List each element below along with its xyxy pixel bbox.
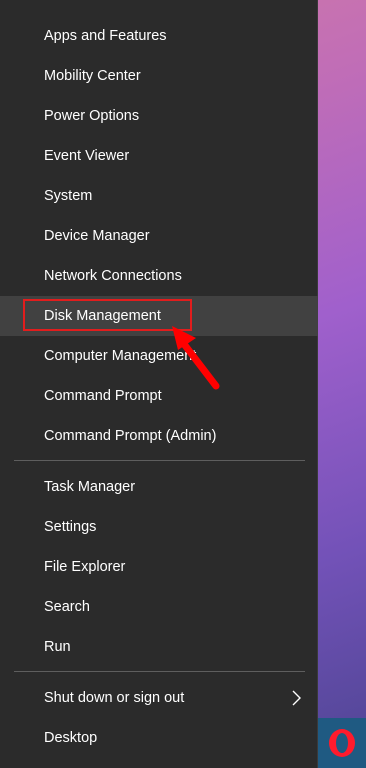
- menu-item-label: Power Options: [44, 108, 140, 124]
- taskbar: [318, 718, 366, 768]
- menu-item-shut-down-or-sign-out[interactable]: Shut down or sign out: [0, 678, 318, 718]
- menu-item-label: Run: [44, 639, 71, 655]
- menu-separator: [14, 671, 305, 672]
- menu-item-label: Desktop: [44, 730, 98, 746]
- menu-item-search[interactable]: Search: [0, 587, 318, 627]
- menu-item-label: Task Manager: [44, 479, 136, 495]
- menu-item-label: Mobility Center: [44, 68, 141, 84]
- menu-item-apps-and-features[interactable]: Apps and Features: [0, 16, 318, 56]
- menu-item-system[interactable]: System: [0, 176, 318, 216]
- menu-item-label: Command Prompt (Admin): [44, 428, 217, 444]
- menu-item-label: Apps and Features: [44, 28, 167, 44]
- menu-item-label: Command Prompt: [44, 388, 162, 404]
- menu-item-label: System: [44, 188, 93, 204]
- menu-item-task-manager[interactable]: Task Manager: [0, 467, 318, 507]
- menu-item-device-manager[interactable]: Device Manager: [0, 216, 318, 256]
- menu-separator: [14, 460, 305, 461]
- menu-item-desktop[interactable]: Desktop: [0, 718, 318, 758]
- menu-item-label: Search: [44, 599, 90, 615]
- annotation-arrow-icon: [172, 326, 220, 390]
- opera-icon[interactable]: [327, 728, 357, 758]
- menu-item-label: Settings: [44, 519, 97, 535]
- menu-item-run[interactable]: Run: [0, 627, 318, 667]
- menu-item-mobility-center[interactable]: Mobility Center: [0, 56, 318, 96]
- menu-item-network-connections[interactable]: Network Connections: [0, 256, 318, 296]
- menu-item-command-prompt[interactable]: Command Prompt: [0, 376, 318, 416]
- menu-item-label: File Explorer: [44, 559, 126, 575]
- menu-item-label: Event Viewer: [44, 148, 130, 164]
- chevron-right-icon: [292, 690, 301, 706]
- power-user-menu: Apps and Features Mobility Center Power …: [0, 0, 318, 768]
- menu-item-command-prompt-admin[interactable]: Command Prompt (Admin): [0, 416, 318, 456]
- menu-item-power-options[interactable]: Power Options: [0, 96, 318, 136]
- menu-item-file-explorer[interactable]: File Explorer: [0, 547, 318, 587]
- menu-item-label: Shut down or sign out: [44, 690, 185, 706]
- menu-item-label: Network Connections: [44, 268, 182, 284]
- menu-item-event-viewer[interactable]: Event Viewer: [0, 136, 318, 176]
- menu-item-computer-management[interactable]: Computer Management: [0, 336, 318, 376]
- menu-item-label: Device Manager: [44, 228, 150, 244]
- menu-item-settings[interactable]: Settings: [0, 507, 318, 547]
